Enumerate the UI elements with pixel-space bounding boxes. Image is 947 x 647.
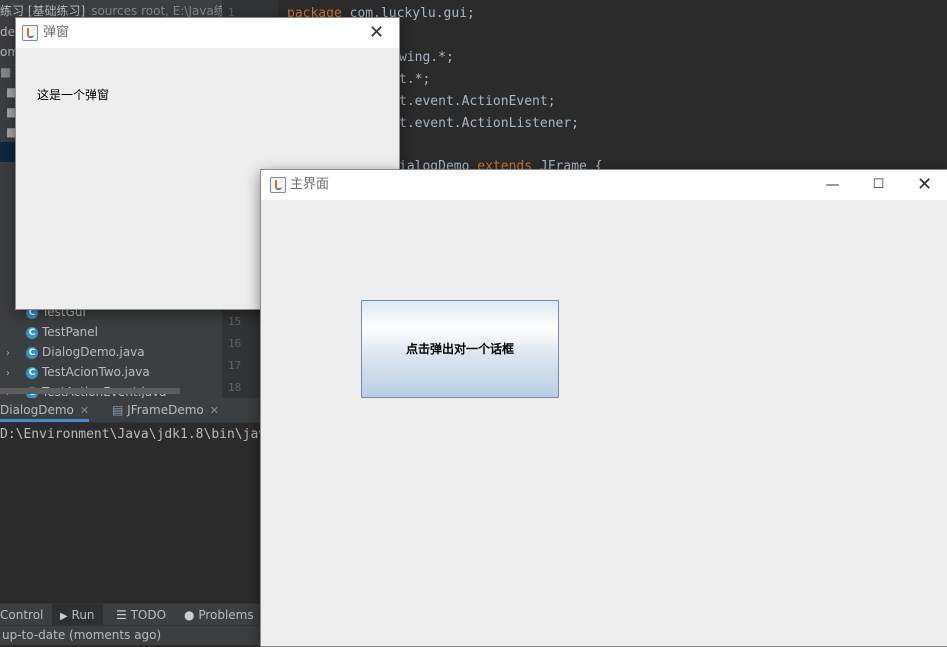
file-item[interactable]: › C DialogDemo.java [0,342,222,362]
dialog-message: 这是一个弹窗 [37,88,110,102]
status-text: up-to-date (moments ago) [2,628,162,642]
chevron-right-icon[interactable]: › [6,344,18,362]
java-icon [22,25,38,41]
tool-control[interactable]: Control [0,604,51,626]
dialog-titlebar[interactable]: 弹窗 ✕ [16,18,399,48]
tool-run[interactable]: ▶ Run [52,604,103,626]
code-line: t.*; [399,72,431,87]
minimize-icon[interactable]: — [810,170,855,200]
code-line: t.event.ActionListener; [399,116,580,131]
open-dialog-button[interactable]: 点击弹出对一个话框 [361,300,559,398]
java-class-icon: C [26,326,38,339]
java-class-icon: C [26,366,38,379]
play-icon: ▶ [60,611,68,622]
folder-icon: ■ [0,65,12,79]
close-icon[interactable]: ✕ [354,18,399,48]
main-titlebar[interactable]: 主界面 — ☐ ✕ [261,170,947,200]
list-icon: ☰ [116,608,127,622]
code-line: wing.*; [399,50,454,65]
close-icon[interactable]: ✕ [210,404,219,417]
horizontal-scrollbar[interactable] [0,388,180,394]
file-item[interactable]: C TestPanel [0,322,222,342]
tab-jframedemo[interactable]: ▤ JFrameDemo ✕ [112,398,219,422]
line-number: 17 [228,359,242,372]
chevron-right-icon[interactable]: › [6,364,18,382]
line-number: 16 [228,337,242,350]
main-window[interactable]: 主界面 — ☐ ✕ 点击弹出对一个话框 [260,169,947,647]
project-name: 练习 [基础练习] [0,4,86,18]
java-class-icon: C [26,346,38,359]
code-line: t.event.ActionEvent; [399,94,556,109]
project-path: sources root, E:\Java练 [91,4,222,18]
dialog-title: 弹窗 [43,25,70,40]
main-title: 主界面 [290,177,330,192]
tab-dialogdemo[interactable]: DialogDemo ✕ [0,398,90,422]
line-number: 18 [228,381,242,394]
close-icon[interactable]: ✕ [902,170,947,200]
file-item[interactable]: › C TestAcionTwo.java [0,362,222,382]
tool-todo[interactable]: ☰ TODO [116,604,166,626]
maximize-icon[interactable]: ☐ [856,170,901,200]
tool-problems[interactable]: ● Problems [184,604,254,626]
java-icon [270,177,286,193]
line-number: 15 [228,315,242,328]
info-icon: ● [184,608,195,622]
console-icon: ▤ [112,403,124,417]
close-icon[interactable]: ✕ [80,404,89,417]
